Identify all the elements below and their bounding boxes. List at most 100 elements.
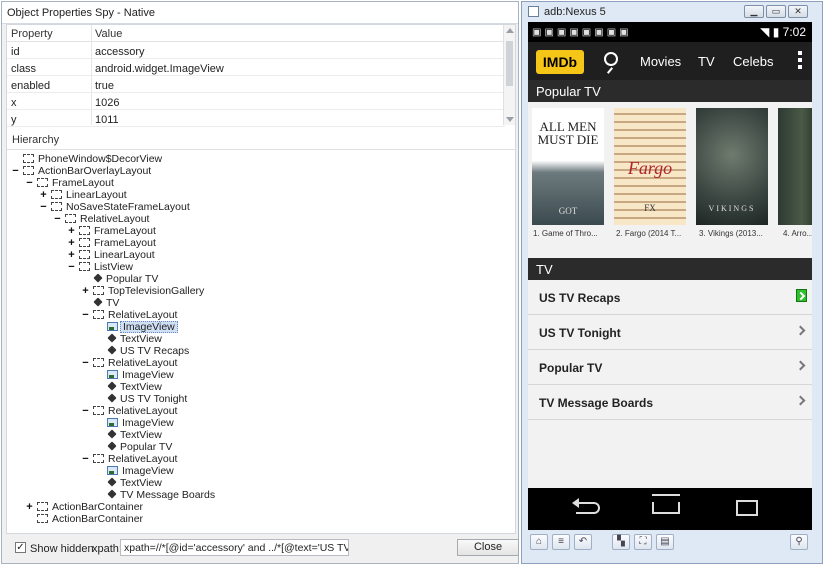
tree-node[interactable]: − ActionBarOverlayLayout (11, 165, 153, 177)
tree-node[interactable]: + TopTelevisionGallery (81, 285, 206, 297)
close-icon[interactable]: ✕ (788, 5, 808, 18)
chevron-right-icon[interactable] (795, 395, 806, 406)
scrollbar-thumb[interactable] (506, 41, 513, 86)
show-hidden-label[interactable]: Show hidden (30, 543, 94, 555)
tree-toggle[interactable]: + (81, 285, 90, 297)
tree-node[interactable]: US TV Tonight (95, 393, 189, 405)
android-back-icon[interactable] (572, 498, 600, 514)
key-icon[interactable]: ⚲ (790, 534, 808, 550)
tree-toggle[interactable]: + (25, 501, 34, 513)
property-row[interactable]: class android.widget.ImageView (7, 59, 505, 76)
tree-toggle[interactable]: − (25, 177, 34, 189)
tree-node[interactable]: + LinearLayout (39, 189, 129, 201)
tree-node[interactable]: TextView (95, 381, 164, 393)
rotate-icon[interactable]: ▚ (612, 534, 630, 550)
tree-toggle[interactable]: − (11, 165, 20, 177)
tree-node[interactable]: ImageView (95, 369, 176, 381)
tree-node[interactable]: − ListView (67, 261, 135, 273)
overflow-menu-icon[interactable] (798, 51, 802, 72)
value-column-header[interactable]: Value (95, 28, 122, 40)
minimize-icon[interactable]: ▁ (744, 5, 764, 18)
tree-node-selected[interactable]: ImageView (95, 321, 178, 333)
tree-node[interactable]: TextView (95, 333, 164, 345)
tree-node[interactable]: − FrameLayout (25, 177, 116, 189)
property-value: 1026 (95, 97, 120, 109)
scroll-up-icon[interactable] (506, 28, 514, 33)
nav-tv[interactable]: TV (698, 54, 715, 69)
list-item-tv-message-boards[interactable]: TV Message Boards (528, 385, 812, 420)
tree-node[interactable]: − RelativeLayout (81, 309, 179, 321)
tree-node-label: LinearLayout (94, 249, 155, 261)
restore-icon[interactable]: ▭ (766, 5, 786, 18)
android-recents-icon[interactable] (736, 500, 758, 516)
text-node-icon (107, 441, 117, 451)
tree-toggle[interactable]: − (81, 405, 90, 417)
tree-toggle[interactable]: − (39, 201, 48, 213)
nav-movies[interactable]: Movies (640, 54, 681, 69)
tree-toggle[interactable]: − (81, 357, 90, 369)
tree-node[interactable]: + FrameLayout (67, 237, 158, 249)
poster-vikings[interactable]: VIKINGS (696, 108, 768, 225)
tree-node[interactable]: TV Message Boards (95, 489, 217, 501)
search-icon[interactable] (604, 52, 618, 66)
scroll-down-icon[interactable] (506, 117, 514, 122)
tree-node[interactable]: + LinearLayout (67, 249, 157, 261)
layout-icon (37, 502, 48, 511)
tree-node[interactable]: TextView (95, 429, 164, 441)
tree-node-label: TV (106, 297, 120, 309)
property-row[interactable]: id accessory (7, 42, 505, 59)
tree-toggle[interactable]: + (67, 249, 76, 261)
tree-node[interactable]: Popular TV (81, 273, 160, 285)
tree-node[interactable]: − RelativeLayout (81, 453, 179, 465)
tree-node[interactable]: − RelativeLayout (81, 405, 179, 417)
property-row[interactable]: x 1026 (7, 93, 505, 110)
tree-node[interactable]: − NoSaveStateFrameLayout (39, 201, 192, 213)
accessory-chevron-icon[interactable] (796, 289, 807, 302)
chevron-right-icon[interactable] (795, 360, 806, 371)
imdb-logo[interactable]: IMDb (536, 50, 584, 74)
tree-node[interactable]: ActionBarContainer (25, 513, 145, 525)
list-item-us-tv-tonight[interactable]: US TV Tonight (528, 315, 812, 350)
android-home-icon[interactable] (652, 502, 680, 514)
list-item-popular-tv[interactable]: Popular TV (528, 350, 812, 385)
property-row[interactable]: enabled true (7, 76, 505, 93)
tree-toggle[interactable]: + (39, 189, 48, 201)
tree-toggle[interactable]: − (81, 453, 90, 465)
tree-node[interactable]: PhoneWindow$DecorView (11, 153, 164, 165)
property-column-header[interactable]: Property (11, 28, 53, 40)
tree-toggle[interactable]: + (67, 237, 76, 249)
inspect-icon[interactable]: ▤ (656, 534, 674, 550)
back-icon[interactable]: ↶ (574, 534, 592, 550)
top-television-gallery[interactable]: ALL MEN MUST DIE GOT Fargo FX VIKINGS 1.… (528, 102, 812, 258)
close-button[interactable]: Close (457, 539, 519, 556)
screenshot-icon[interactable]: ⛶ (634, 534, 652, 550)
status-time: 7:02 (782, 25, 806, 39)
tree-node[interactable]: TextView (95, 477, 164, 489)
poster-arrow[interactable] (778, 108, 812, 225)
tree-toggle[interactable]: − (67, 261, 76, 273)
tree-node[interactable]: ImageView (95, 465, 176, 477)
tree-toggle[interactable]: + (67, 225, 76, 237)
poster-fargo[interactable]: Fargo FX (614, 108, 686, 225)
tree-toggle[interactable]: − (53, 213, 62, 225)
property-row[interactable]: y 1011 (7, 110, 505, 127)
chevron-right-icon[interactable] (795, 325, 806, 336)
tree-node[interactable]: US TV Recaps (95, 345, 191, 357)
menu-icon[interactable]: ≡ (552, 534, 570, 550)
list-item-us-tv-recaps[interactable]: US TV Recaps (528, 280, 812, 315)
tree-toggle[interactable]: − (81, 309, 90, 321)
tree-node[interactable]: + FrameLayout (67, 225, 158, 237)
tree-node[interactable]: ImageView (95, 417, 176, 429)
tree-node[interactable]: − RelativeLayout (53, 213, 151, 225)
show-hidden-checkbox[interactable]: ✓ (15, 542, 26, 553)
home-icon[interactable]: ⌂ (530, 534, 548, 550)
tree-node[interactable]: − RelativeLayout (81, 357, 179, 369)
poster-game-of-thrones[interactable]: ALL MEN MUST DIE GOT (532, 108, 604, 225)
tree-node[interactable]: TV (81, 297, 121, 309)
tree-node[interactable]: + ActionBarContainer (25, 501, 145, 513)
nav-celebs[interactable]: Celebs (733, 54, 773, 69)
list-item-label: Popular TV (539, 361, 603, 375)
tree-node[interactable]: Popular TV (95, 441, 174, 453)
properties-scrollbar[interactable] (503, 25, 515, 125)
xpath-field[interactable]: xpath=//*[@id='accessory' and ../*[@text… (120, 539, 349, 556)
